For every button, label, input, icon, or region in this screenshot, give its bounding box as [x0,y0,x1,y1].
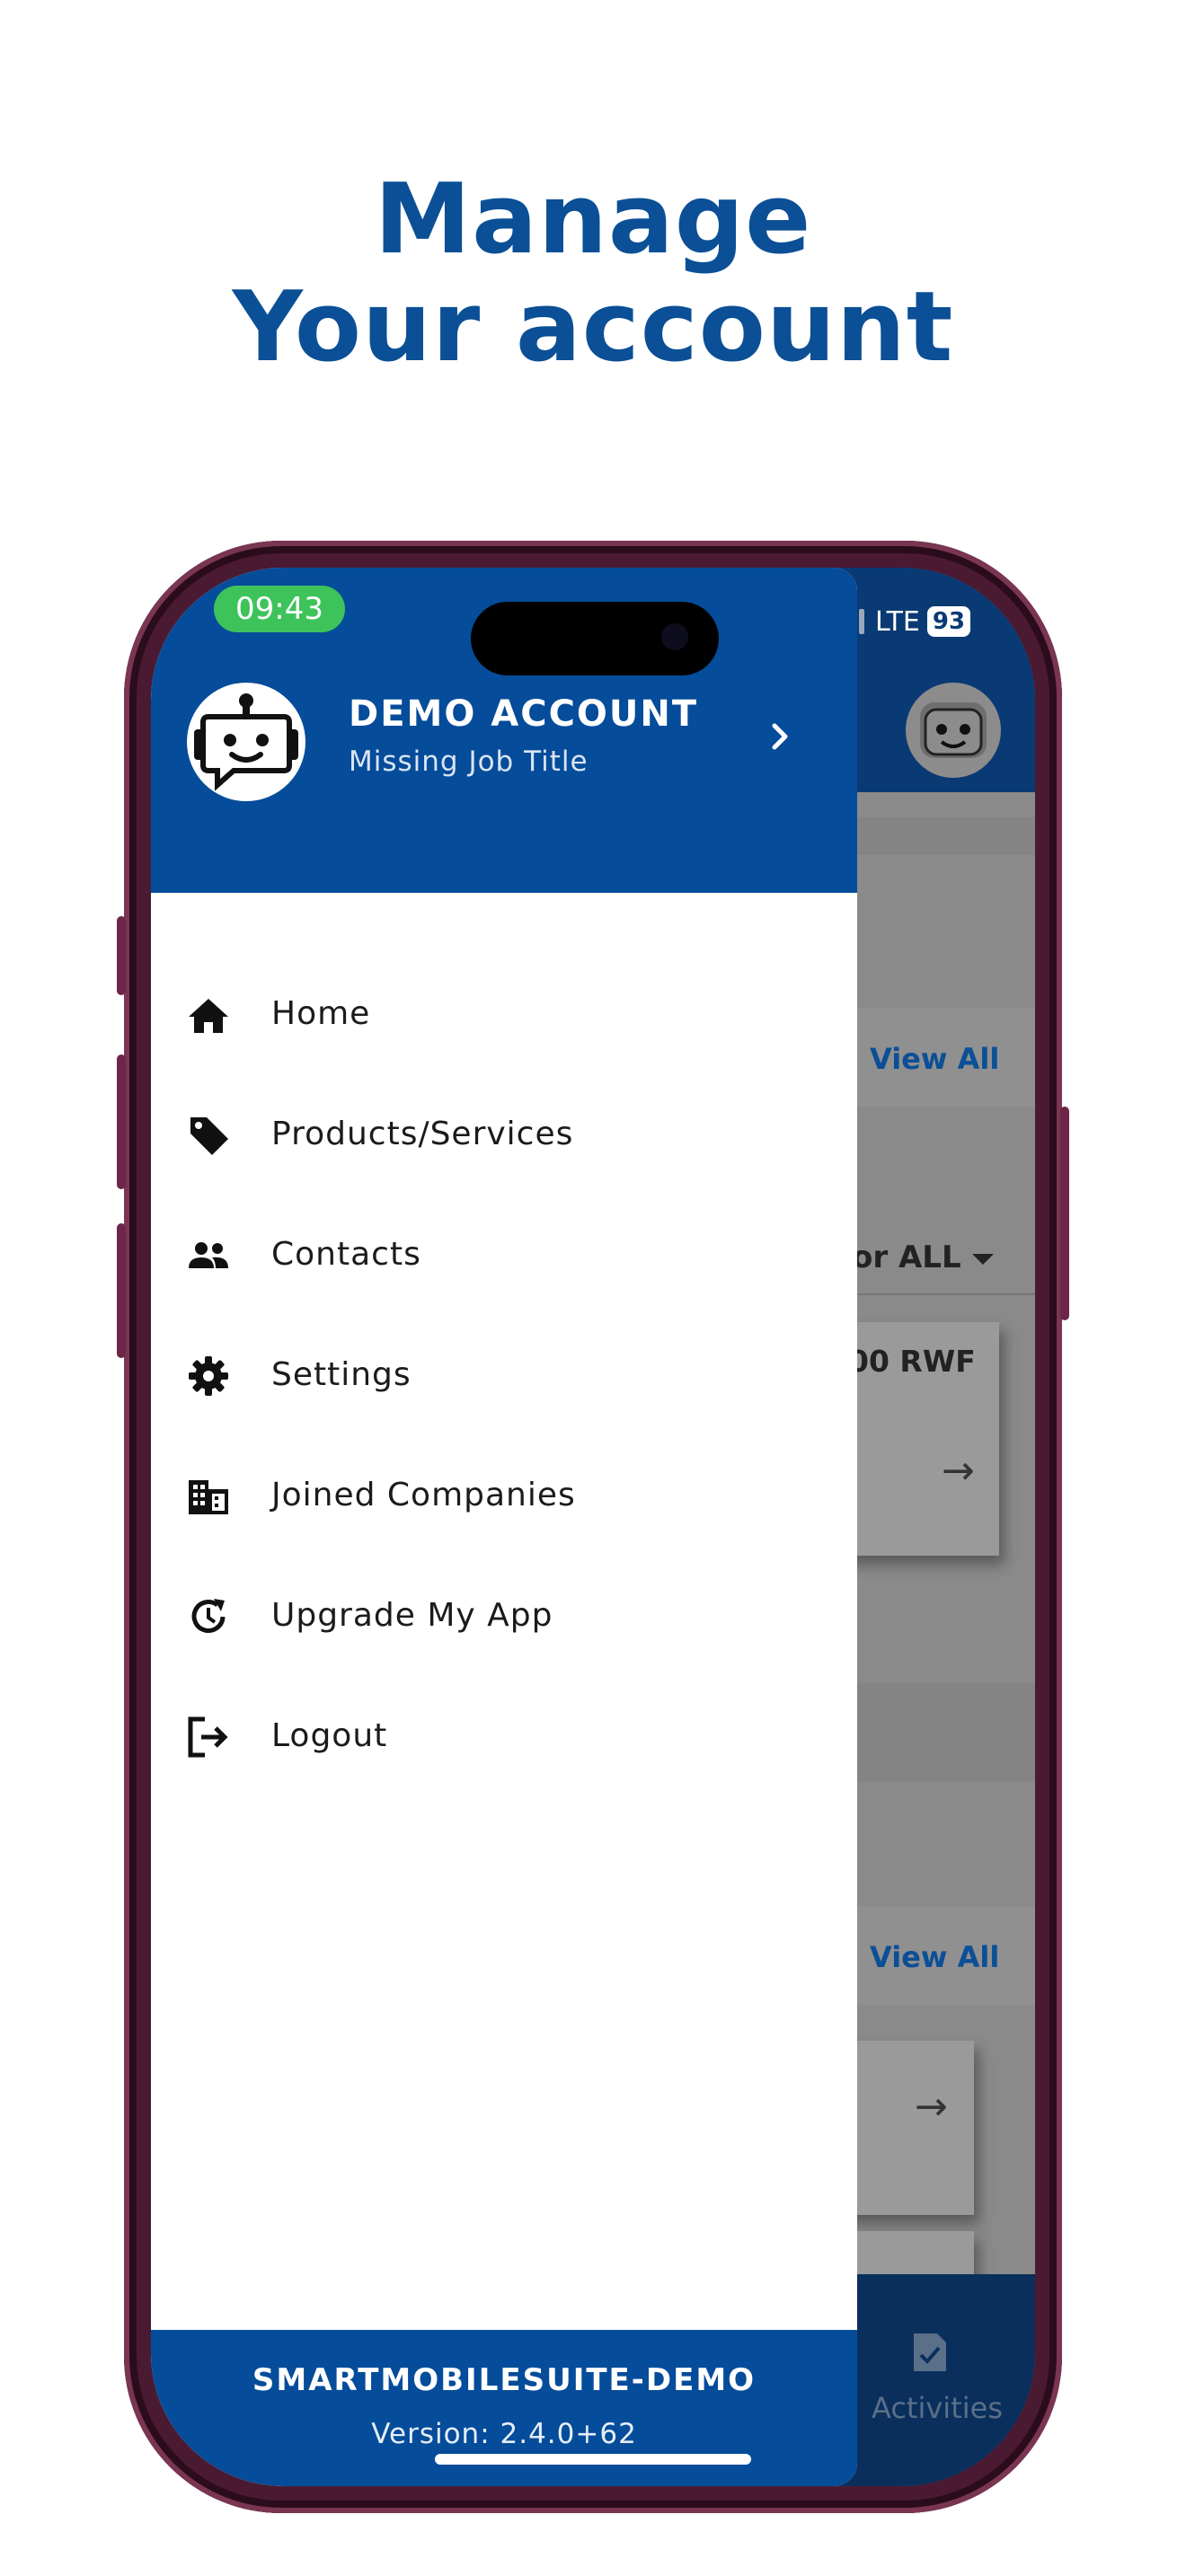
robot-avatar-icon [920,702,987,758]
menu-item-products[interactable]: Products/Services [151,1085,857,1184]
dropdown-caret-icon [972,1254,994,1265]
arrow-right-icon[interactable]: → [942,1448,975,1494]
home-icon [189,999,228,1033]
tab-activities[interactable]: Activities [843,2391,1031,2425]
menu-label-contacts: Contacts [271,1236,421,1273]
power-button [1060,1107,1069,1320]
headline-line-2: Your account [232,271,954,384]
gear-icon [189,1356,228,1396]
user-avatar[interactable] [906,683,1001,778]
menu-label-upgrade: Upgrade My App [271,1597,553,1634]
page-headline: Manage Your account [0,166,1186,382]
menu-label-joined-companies: Joined Companies [271,1477,576,1513]
account-name: DEMO ACCOUNT [349,693,699,735]
tag-icon [190,1117,228,1155]
menu-item-joined-companies[interactable]: Joined Companies [151,1446,857,1545]
phone-frame: View All or ALL 00 RWF → View All → Acti… [117,541,1069,2513]
people-icon [189,1242,228,1268]
app-version: Version: 2.4.0+62 [371,2418,637,2450]
menu-label-products: Products/Services [271,1116,574,1152]
view-all-link[interactable]: View All [870,1042,999,1076]
status-time: 09:43 [214,586,345,632]
building-icon [189,1480,228,1514]
menu-item-logout[interactable]: Logout [151,1687,857,1786]
menu-item-upgrade[interactable]: Upgrade My App [151,1566,857,1665]
chevron-right-icon[interactable] [762,719,798,754]
phone-screen: View All or ALL 00 RWF → View All → Acti… [151,568,1035,2486]
home-indicator[interactable] [435,2454,751,2465]
activities-icon[interactable] [910,2330,950,2375]
menu-label-logout: Logout [271,1717,388,1754]
volume-down-button [117,1223,126,1358]
filter-dropdown-text[interactable]: or ALL [852,1239,961,1275]
battery-level: 93 [926,606,971,637]
app-name: SMARTMOBILESUITE-DEMO [252,2362,757,2398]
navigation-drawer: 09:43 DEMO ACCOUNT Missing Job Title Hom… [151,568,857,2486]
amount-text: 00 RWF [848,1344,976,1379]
arrow-right-icon-2[interactable]: → [915,2084,948,2130]
network-type: LTE [875,605,920,638]
update-icon [191,1599,226,1633]
menu-label-home: Home [271,995,371,1032]
headline-line-1: Manage [374,163,812,276]
menu-item-home[interactable]: Home [151,965,857,1063]
view-all-link-2[interactable]: View All [870,1940,999,1974]
menu-item-contacts[interactable]: Contacts [151,1205,857,1304]
account-job-title: Missing Job Title [349,745,589,778]
account-avatar[interactable] [187,683,305,801]
action-button [117,916,126,995]
menu-label-settings: Settings [271,1356,412,1393]
menu-item-settings[interactable]: Settings [151,1326,857,1425]
robot-avatar-icon [194,693,298,791]
volume-up-button [117,1054,126,1189]
logout-icon [188,1716,228,1758]
camera-icon [661,623,688,650]
